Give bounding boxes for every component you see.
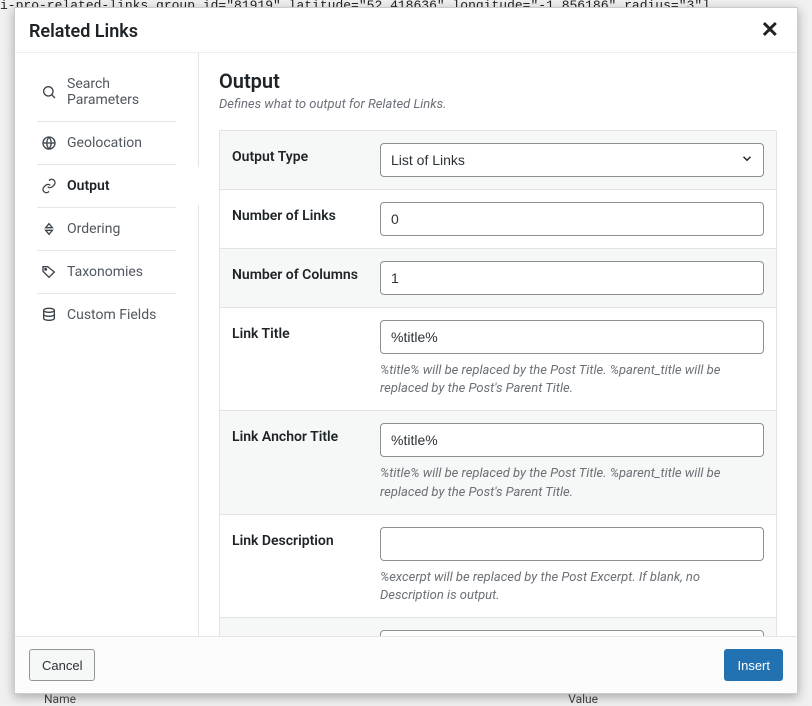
select-show-feat-image[interactable]: No: [380, 630, 764, 636]
modal-title: Related Links: [29, 21, 138, 42]
field-link-description: Link Description %excerpt will be replac…: [220, 515, 776, 618]
field-number-of-links: Number of Links: [220, 190, 776, 249]
field-number-of-columns: Number of Columns: [220, 249, 776, 308]
tag-icon: [41, 264, 57, 280]
label-number-of-columns: Number of Columns: [232, 261, 380, 295]
sidebar: Search Parameters Geolocation Output: [15, 53, 199, 636]
label-link-anchor-title: Link Anchor Title: [232, 423, 380, 501]
field-output-type: Output Type List of Links: [220, 131, 776, 190]
sidebar-item-ordering[interactable]: Ordering: [25, 210, 188, 248]
field-link-title: Link Title %title% will be replaced by t…: [220, 308, 776, 411]
label-link-title: Link Title: [232, 320, 380, 398]
section-title: Output: [219, 69, 777, 93]
modal-header: Related Links ✕: [15, 8, 797, 53]
input-number-of-columns[interactable]: [380, 261, 764, 295]
sidebar-item-label: Custom Fields: [67, 307, 156, 323]
help-link-description: %excerpt will be replaced by the Post Ex…: [380, 569, 764, 605]
insert-button[interactable]: Insert: [724, 649, 783, 681]
cancel-button[interactable]: Cancel: [29, 649, 95, 681]
sidebar-item-label: Taxonomies: [67, 264, 143, 280]
section-description: Defines what to output for Related Links…: [219, 97, 777, 112]
label-output-type: Output Type: [232, 143, 380, 177]
modal-footer: Cancel Insert: [15, 636, 797, 693]
sidebar-item-search-parameters[interactable]: Search Parameters: [25, 65, 188, 119]
sidebar-item-taxonomies[interactable]: Taxonomies: [25, 253, 188, 291]
globe-icon: [41, 135, 57, 151]
label-link-description: Link Description: [232, 527, 380, 605]
sidebar-item-output[interactable]: Output: [25, 167, 188, 205]
field-link-anchor-title: Link Anchor Title %title% will be replac…: [220, 411, 776, 514]
input-number-of-links[interactable]: [380, 202, 764, 236]
select-output-type[interactable]: List of Links: [380, 143, 764, 177]
help-link-anchor-title: %title% will be replaced by the Post Tit…: [380, 465, 764, 501]
input-link-anchor-title[interactable]: [380, 423, 764, 457]
input-link-description[interactable]: [380, 527, 764, 561]
modal: Related Links ✕ Search Parameters Geoloc…: [14, 7, 798, 694]
link-icon: [41, 178, 57, 194]
close-icon[interactable]: ✕: [757, 20, 783, 42]
sort-icon: [41, 221, 57, 237]
help-link-title: %title% will be replaced by the Post Tit…: [380, 362, 764, 398]
field-show-feat-image: Show Feat. Image? No Displays the Featur…: [220, 618, 776, 636]
database-icon: [41, 307, 57, 323]
label-number-of-links: Number of Links: [232, 202, 380, 236]
sidebar-item-label: Ordering: [67, 221, 120, 237]
sidebar-item-custom-fields[interactable]: Custom Fields: [25, 296, 188, 334]
input-link-title[interactable]: [380, 320, 764, 354]
content-panel: Output Defines what to output for Relate…: [199, 53, 797, 636]
sidebar-item-label: Output: [67, 178, 110, 194]
sidebar-item-label: Search Parameters: [67, 76, 172, 108]
search-icon: [41, 84, 57, 100]
sidebar-item-geolocation[interactable]: Geolocation: [25, 124, 188, 162]
sidebar-item-label: Geolocation: [67, 135, 142, 151]
